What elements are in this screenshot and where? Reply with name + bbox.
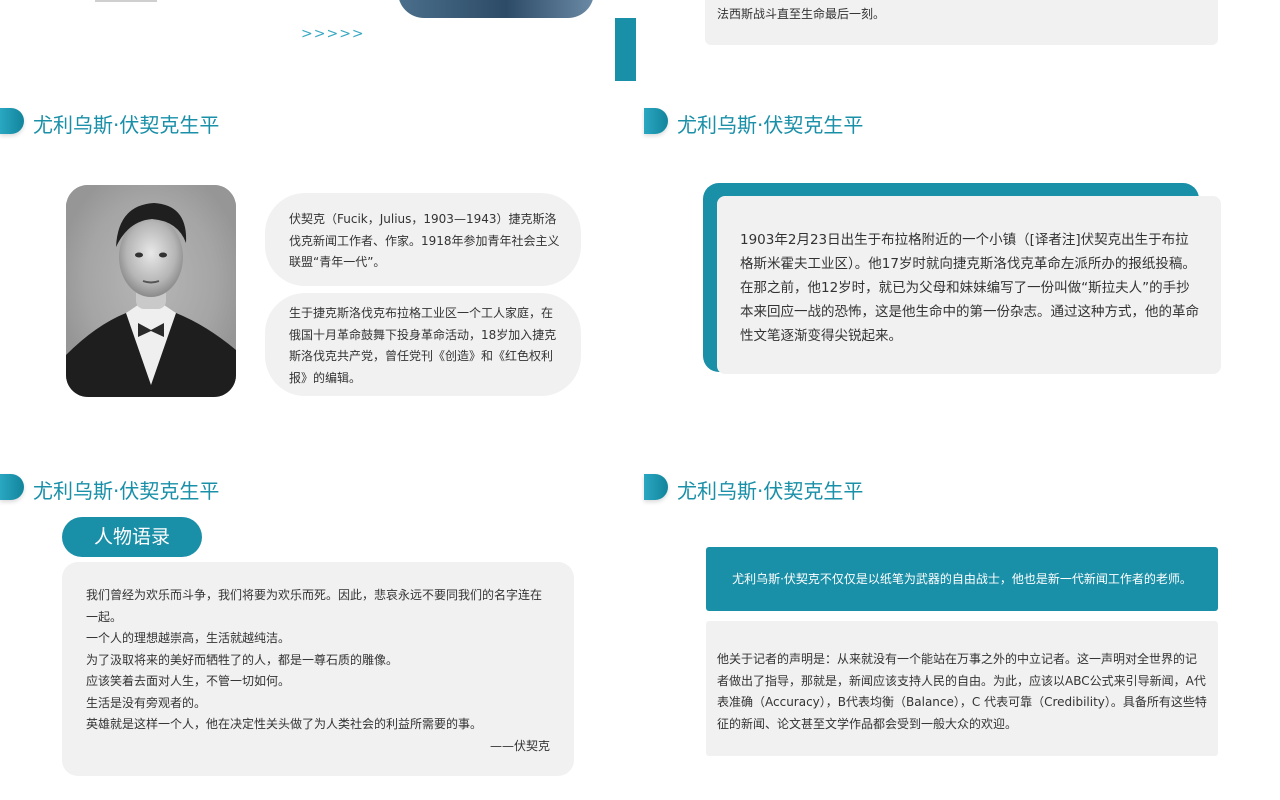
quote-line: 为了汲取将来的美好而牺牲了的人，都是一尊石质的雕像。: [86, 652, 399, 667]
quotes-badge: 人物语录: [62, 517, 202, 557]
slide-title: 尤利乌斯·伏契克生平: [677, 113, 864, 137]
cropped-photo-fragment: [398, 0, 594, 18]
birth-card: 1903年2月23日出生于布拉格附近的一个小镇（[译者注]伏契克出生于布拉格斯米…: [717, 196, 1221, 374]
bio-bubble-2: 生于捷克斯洛伐克布拉格工业区一个工人家庭，在俄国十月革命鼓舞下投身革命活动，18…: [265, 293, 581, 396]
card-tail-text: 法西斯战斗直至生命最后一刻。: [717, 7, 886, 21]
title-marker-icon: [644, 108, 668, 134]
slide-title: 尤利乌斯·伏契克生平: [33, 113, 220, 137]
quote-line: 应该笑着去面对人生，不管一切如何。: [86, 674, 291, 688]
quotes-card: 我们曾经为欢乐而斗争，我们将要为欢乐而死。因此，悲哀永远不要同我们的名字连在一起…: [62, 562, 574, 776]
portrait-figure-icon: [66, 185, 236, 397]
quote-signature: ——伏契克: [489, 738, 550, 753]
journalist-card: 他关于记者的声明是：从来就没有一个能站在万事之外的中立记者。这一声明对全世界的记…: [706, 621, 1218, 756]
quote-line: 英雄就是这样一个人，他在决定性关头做了为人类社会的利益所需要的事。: [86, 717, 483, 731]
journalist-text: 他关于记者的声明是：从来就没有一个能站在万事之外的中立记者。这一声明对全世界的记…: [717, 652, 1207, 731]
quote-line: 一个人的理想越崇高，生活就越纯洁。: [86, 631, 291, 645]
quote-list: 我们曾经为欢乐而斗争，我们将要为欢乐而死。因此，悲哀永远不要同我们的名字连在一起…: [86, 585, 550, 757]
top-left-fragment: >>>>>: [0, 0, 636, 81]
title-marker-icon: [644, 474, 668, 500]
title-marker-icon: [0, 108, 24, 134]
slide-title: 尤利乌斯·伏契克生平: [677, 479, 864, 503]
birth-text: 1903年2月23日出生于布拉格附近的一个小镇（[译者注]伏契克出生于布拉格斯米…: [740, 232, 1199, 344]
slide-title: 尤利乌斯·伏契克生平: [33, 479, 220, 503]
portrait-photo: [66, 185, 236, 397]
banner-text: 尤利乌斯·伏契克不仅仅是以纸笔为武器的自由战士，他也是新一代新闻工作者的老师。: [732, 572, 1192, 586]
slide-birth: 尤利乌斯·伏契克生平 1903年2月23日出生于布拉格附近的一个小镇（[译者注]…: [644, 90, 1280, 435]
quote-line: 生活是没有旁观者的。: [86, 695, 207, 710]
quote-line: 我们曾经为欢乐而斗争，我们将要为欢乐而死。因此，悲哀永远不要同我们的名字连在一起…: [86, 588, 543, 624]
journalist-banner: 尤利乌斯·伏契克不仅仅是以纸笔为武器的自由战士，他也是新一代新闻工作者的老师。: [706, 547, 1218, 611]
bio-bubble-1-text: 伏契克（Fucik，Julius，1903—1943）捷克斯洛伐克新闻工作者、作…: [289, 212, 560, 269]
bio-bubble-1: 伏契克（Fucik，Julius，1903—1943）捷克斯洛伐克新闻工作者、作…: [265, 193, 581, 286]
bio-bubble-2-text: 生于捷克斯洛伐克布拉格工业区一个工人家庭，在俄国十月革命鼓舞下投身革命活动，18…: [289, 306, 557, 385]
slide-quotes: 尤利乌斯·伏契克生平 人物语录 我们曾经为欢乐而斗争，我们将要为欢乐而死。因此，…: [0, 456, 640, 800]
slide-journalist: 尤利乌斯·伏契克生平 尤利乌斯·伏契克不仅仅是以纸笔为武器的自由战士，他也是新一…: [644, 456, 1280, 800]
top-right-card-fragment: 法西斯战斗直至生命最后一刻。: [705, 0, 1218, 45]
slide-bio: 尤利乌斯·伏契克生平 伏契克（Fucik，Julius，1903—1943）捷克…: [0, 90, 640, 435]
teal-accent-bar: [615, 18, 636, 81]
title-marker-icon: [0, 474, 24, 500]
cropped-image-placeholder: [95, 0, 157, 2]
arrows-decoration: >>>>>: [301, 26, 365, 42]
